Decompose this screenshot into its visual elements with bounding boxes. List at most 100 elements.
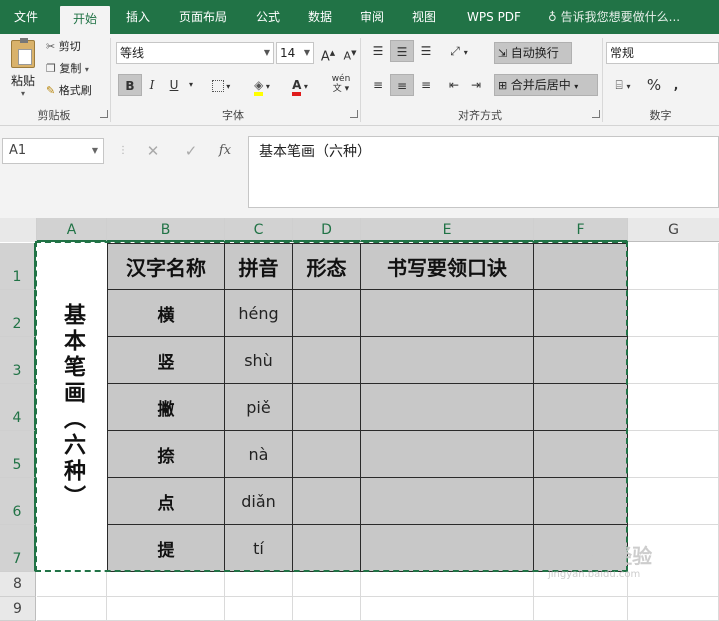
cell-d5[interactable] (293, 431, 361, 478)
increase-font-icon[interactable]: A▲ (316, 42, 340, 64)
cell-e6[interactable] (361, 478, 534, 525)
cell-e1[interactable]: 书写要领口诀 (361, 243, 534, 290)
decrease-indent-icon[interactable]: ⇤ (442, 74, 466, 96)
tab-view[interactable]: 视图 (402, 0, 446, 34)
increase-indent-icon[interactable]: ⇥ (464, 74, 488, 96)
font-size-select[interactable]: 14 ▼ (276, 42, 314, 64)
number-format-select[interactable]: 常规 (606, 42, 719, 64)
cell-f5[interactable] (534, 431, 628, 478)
cell-c1[interactable]: 拼音 (225, 243, 293, 290)
chevron-down-icon[interactable]: ▾ (184, 74, 198, 96)
comma-button[interactable]: , (664, 74, 688, 96)
tab-file[interactable]: 文件 (0, 0, 52, 34)
clipboard-launcher-icon[interactable] (100, 110, 108, 118)
tab-formulas[interactable]: 公式 (246, 0, 290, 34)
align-right-icon[interactable]: ≡ (414, 74, 438, 96)
format-painter-button[interactable]: ✎ 格式刷 (46, 82, 92, 100)
bold-button[interactable]: B (118, 74, 142, 96)
row-header-1[interactable]: 1 (0, 243, 36, 290)
borders-button[interactable]: ▾ (204, 74, 238, 96)
cell-d2[interactable] (293, 290, 361, 337)
cell-c6[interactable]: diǎn (225, 478, 293, 525)
cancel-icon[interactable]: ✕ (142, 140, 164, 162)
tab-insert[interactable]: 插入 (116, 0, 160, 34)
cell-b6[interactable]: 点 (107, 478, 225, 525)
row-header-4[interactable]: 4 (0, 384, 36, 431)
cell-e2[interactable] (361, 290, 534, 337)
cell-b5[interactable]: 捺 (107, 431, 225, 478)
merge-center-button[interactable]: ⊞ 合并后居中 ▾ (494, 74, 598, 96)
row-header-3[interactable]: 3 (0, 337, 36, 384)
align-top-icon[interactable]: ☰ (366, 40, 390, 62)
cell-d6[interactable] (293, 478, 361, 525)
align-middle-icon[interactable]: ☰ (390, 40, 414, 62)
cell-b1[interactable]: 汉字名称 (107, 243, 225, 290)
cell-f4[interactable] (534, 384, 628, 431)
cell-d3[interactable] (293, 337, 361, 384)
cell-b7[interactable]: 提 (107, 525, 225, 572)
column-header-e[interactable]: E (361, 218, 534, 242)
tab-page-layout[interactable]: 页面布局 (168, 0, 238, 34)
align-bottom-icon[interactable]: ☰ (414, 40, 438, 62)
cell-f1[interactable] (534, 243, 628, 290)
cell-c7[interactable]: tí (225, 525, 293, 572)
currency-icon[interactable]: ⌸ ▾ (606, 74, 640, 96)
cell-d7[interactable] (293, 525, 361, 572)
cell-f6[interactable] (534, 478, 628, 525)
cell-c4[interactable]: piě (225, 384, 293, 431)
tab-review[interactable]: 审阅 (350, 0, 394, 34)
cell-c3[interactable]: shù (225, 337, 293, 384)
copy-button[interactable]: ❐ 复制 ▾ (46, 60, 89, 78)
wrap-text-button[interactable]: ⇲ 自动换行 (494, 42, 572, 64)
align-center-icon[interactable]: ≡ (390, 74, 414, 96)
italic-button[interactable]: I (140, 74, 164, 96)
cell-b2[interactable]: 横 (107, 290, 225, 337)
tell-me-search[interactable]: ♁ 告诉我您想要做什么... (548, 0, 680, 34)
row-header-5[interactable]: 5 (0, 431, 36, 478)
cell-b4[interactable]: 撇 (107, 384, 225, 431)
column-header-g[interactable]: G (628, 218, 719, 242)
column-header-f[interactable]: F (534, 218, 628, 242)
row-header-7[interactable]: 7 (0, 525, 36, 572)
tab-data[interactable]: 数据 (298, 0, 342, 34)
insert-function-icon[interactable]: fx (214, 140, 236, 162)
enter-icon[interactable]: ✓ (180, 140, 202, 162)
row-header-2[interactable]: 2 (0, 290, 36, 337)
cell-b3[interactable]: 竖 (107, 337, 225, 384)
cell-c5[interactable]: nà (225, 431, 293, 478)
tab-home[interactable]: 开始 (60, 6, 110, 34)
column-header-c[interactable]: C (225, 218, 293, 242)
tab-wps-pdf[interactable]: WPS PDF (456, 0, 532, 34)
column-header-b[interactable]: B (107, 218, 225, 242)
underline-button[interactable]: U (162, 74, 186, 96)
formula-input[interactable]: 基本笔画（六种） (248, 136, 719, 208)
font-color-button[interactable]: A ▾ (282, 74, 318, 96)
align-left-icon[interactable]: ≡ (366, 74, 390, 96)
cell-c2[interactable]: héng (225, 290, 293, 337)
font-name-select[interactable]: 等线 ▼ (116, 42, 274, 64)
name-box[interactable]: A1 ▼ (2, 138, 104, 164)
fill-color-button[interactable]: ◈ ▾ (244, 74, 280, 96)
cell-d1[interactable]: 形态 (293, 243, 361, 290)
cell-a1-merged[interactable]: 基本笔画（六种） (37, 243, 107, 571)
cut-button[interactable]: ✂ 剪切 (46, 38, 81, 56)
select-all-corner[interactable] (0, 218, 37, 242)
row-header-8[interactable]: 8 (0, 572, 36, 597)
phonetic-guide-button[interactable]: wén 文 ▾ (324, 72, 358, 94)
row-header-9[interactable]: 9 (0, 597, 36, 621)
cell-e7[interactable] (361, 525, 534, 572)
alignment-launcher-icon[interactable] (592, 110, 600, 118)
cell-f2[interactable] (534, 290, 628, 337)
cell-d4[interactable] (293, 384, 361, 431)
cell-e3[interactable] (361, 337, 534, 384)
column-header-d[interactable]: D (293, 218, 361, 242)
cell-e4[interactable] (361, 384, 534, 431)
column-header-a[interactable]: A (37, 218, 107, 242)
cell-f3[interactable] (534, 337, 628, 384)
row-header-6[interactable]: 6 (0, 478, 36, 525)
paste-button[interactable]: 粘贴 ▾ (6, 38, 40, 98)
percent-button[interactable]: % (642, 74, 666, 96)
font-launcher-icon[interactable] (350, 110, 358, 118)
cell-e5[interactable] (361, 431, 534, 478)
orientation-icon[interactable]: ⤢ ▾ (442, 40, 476, 62)
